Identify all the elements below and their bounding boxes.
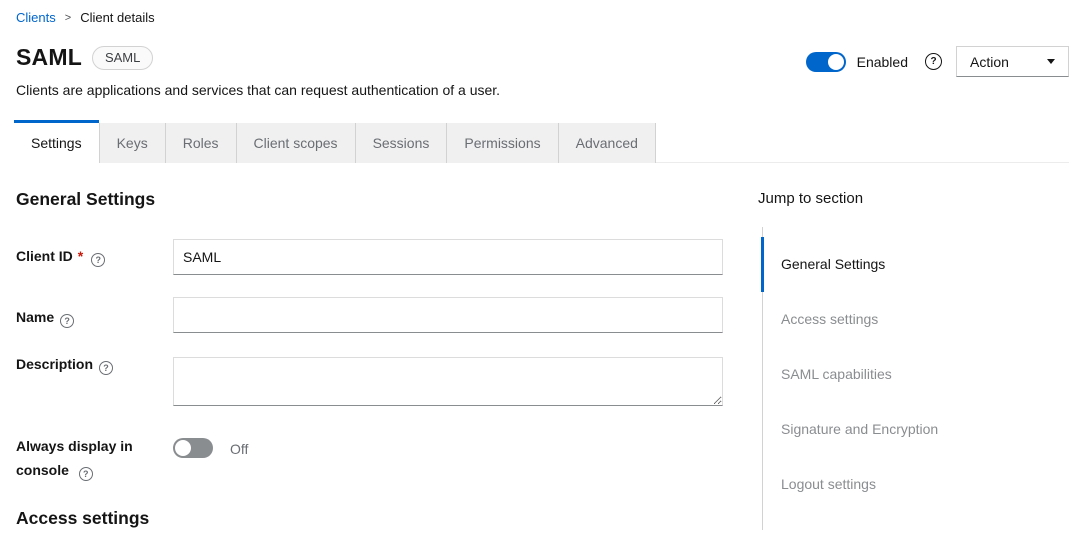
- help-icon[interactable]: ?: [925, 53, 942, 70]
- jump-link-logout-settings[interactable]: Logout settings: [763, 457, 1012, 512]
- always-display-label-text: Always display in console: [16, 438, 133, 478]
- breadcrumb: Clients > Client details: [16, 10, 155, 25]
- caret-down-icon: [1047, 59, 1055, 64]
- section-heading-access-settings: Access settings: [16, 508, 149, 529]
- header-actions: Enabled ? Action: [806, 46, 1069, 77]
- client-id-help-icon[interactable]: ?: [91, 253, 105, 267]
- name-input[interactable]: [173, 297, 723, 333]
- action-dropdown-label: Action: [970, 54, 1009, 70]
- enabled-toggle[interactable]: [806, 52, 846, 72]
- description-textarea[interactable]: [173, 357, 723, 406]
- protocol-badge: SAML: [92, 46, 153, 70]
- required-asterisk: *: [78, 248, 83, 264]
- name-label: Name?: [16, 305, 168, 329]
- breadcrumb-clients-link[interactable]: Clients: [16, 10, 56, 25]
- page-title: SAML: [16, 44, 82, 71]
- always-display-state-label: Off: [230, 441, 248, 457]
- tab-sessions[interactable]: Sessions: [356, 123, 448, 163]
- toggle-knob: [175, 440, 191, 456]
- jump-link-saml-capabilities[interactable]: SAML capabilities: [763, 347, 1012, 402]
- breadcrumb-separator-icon: >: [65, 12, 71, 24]
- jump-nav-title: Jump to section: [758, 190, 863, 207]
- jump-link-access-settings[interactable]: Access settings: [763, 292, 1012, 347]
- tab-settings[interactable]: Settings: [14, 120, 99, 163]
- tab-client-scopes[interactable]: Client scopes: [237, 123, 356, 163]
- jump-link-general-settings[interactable]: General Settings: [761, 237, 1012, 292]
- jump-nav: General Settings Access settings SAML ca…: [762, 227, 1012, 530]
- name-help-icon[interactable]: ?: [60, 314, 74, 328]
- description-label-text: Description: [16, 356, 93, 372]
- section-heading-general-settings: General Settings: [16, 189, 155, 210]
- jump-link-signature-encryption[interactable]: Signature and Encryption: [763, 402, 1012, 457]
- title-row: SAML SAML: [16, 44, 153, 71]
- always-display-label: Always display in console ?: [16, 434, 168, 482]
- toggle-knob: [828, 54, 844, 70]
- description-label: Description?: [16, 352, 168, 376]
- breadcrumb-current: Client details: [80, 10, 154, 25]
- client-id-input[interactable]: [173, 239, 723, 275]
- tab-permissions[interactable]: Permissions: [447, 123, 558, 163]
- client-id-label-text: Client ID: [16, 248, 73, 264]
- description-help-icon[interactable]: ?: [99, 361, 113, 375]
- tab-roles[interactable]: Roles: [166, 123, 237, 163]
- client-tabs: Settings Keys Roles Client scopes Sessio…: [14, 120, 1069, 163]
- client-id-label: Client ID *?: [16, 244, 168, 268]
- always-display-help-icon[interactable]: ?: [79, 467, 93, 481]
- always-display-toggle[interactable]: [173, 438, 213, 458]
- action-dropdown-button[interactable]: Action: [956, 46, 1069, 77]
- tab-keys[interactable]: Keys: [99, 123, 166, 163]
- tab-advanced[interactable]: Advanced: [559, 123, 656, 163]
- name-label-text: Name: [16, 309, 54, 325]
- enabled-label: Enabled: [857, 54, 908, 70]
- page-description: Clients are applications and services th…: [16, 82, 500, 98]
